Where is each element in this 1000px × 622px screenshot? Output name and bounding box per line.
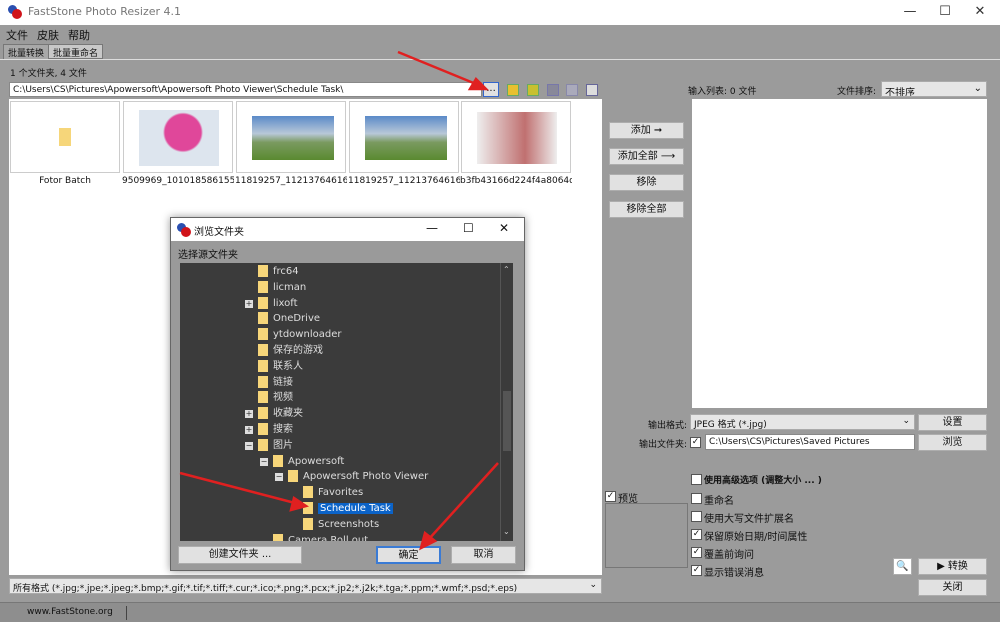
arrow-to-ok bbox=[427, 462, 499, 541]
annotation-arrows bbox=[179, 50, 499, 551]
arrow-to-schedule-task bbox=[179, 471, 296, 505]
arrow-to-browse bbox=[397, 50, 477, 86]
